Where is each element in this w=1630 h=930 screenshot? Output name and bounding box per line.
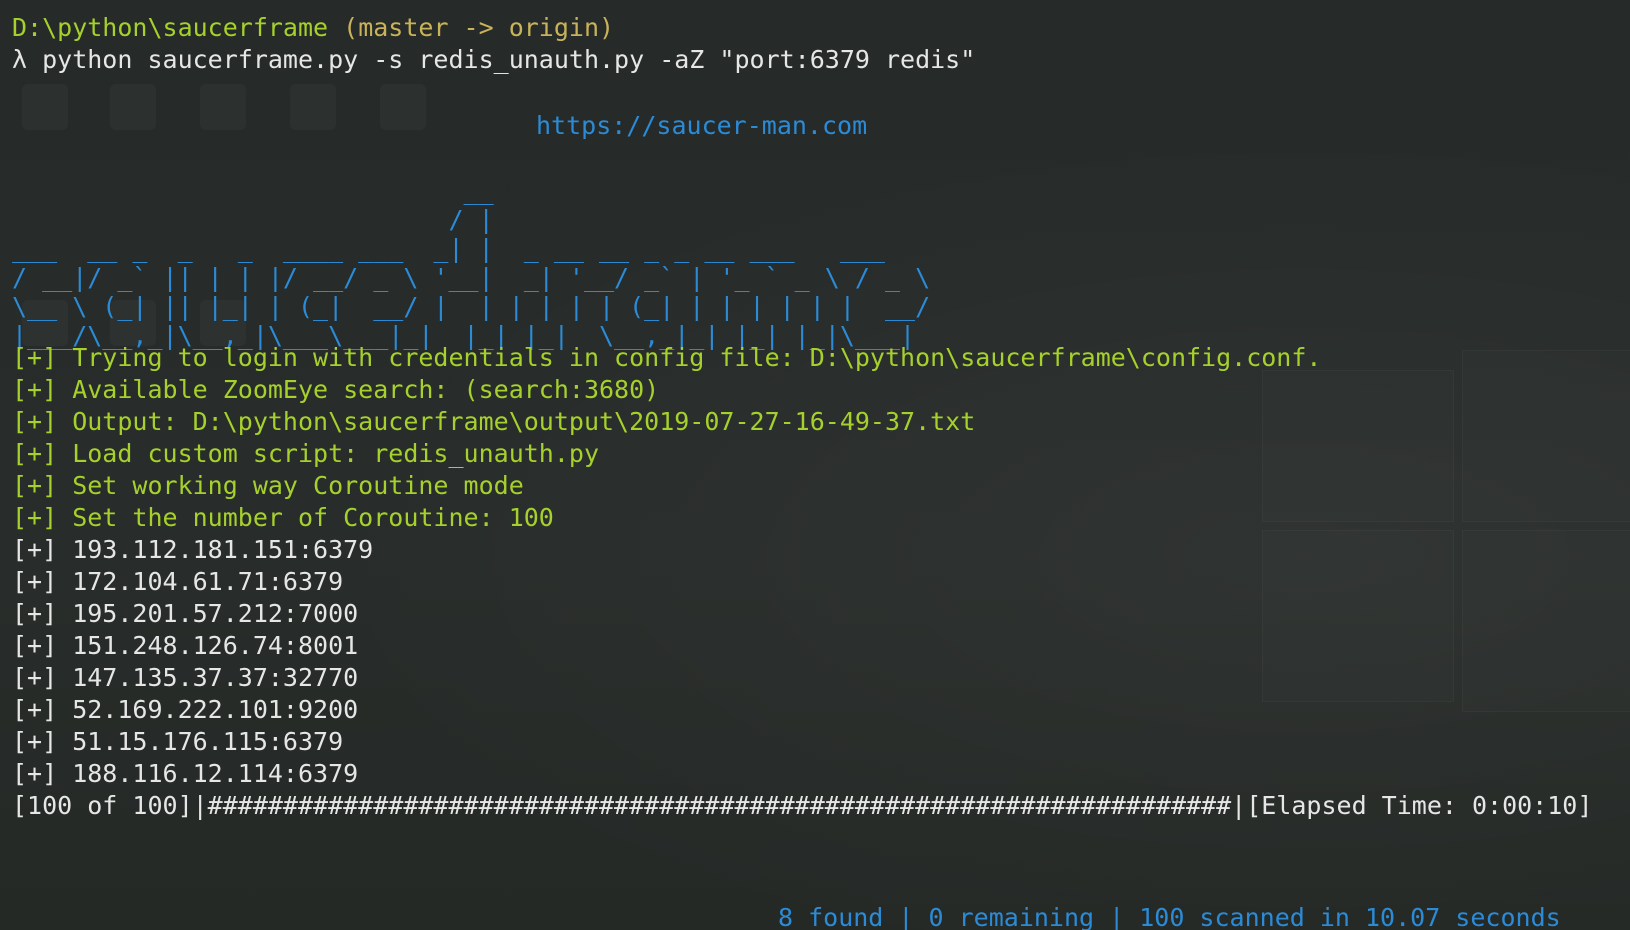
progress-bar: [100 of 100]|###########################… (12, 791, 1593, 820)
log-line: [+] Set the number of Coroutine: 100 (12, 503, 554, 532)
log-line: [+] Set working way Coroutine mode (12, 471, 524, 500)
scan-summary: 8 found | 0 remaining | 100 scanned in 1… (778, 903, 1561, 930)
prompt-line: D:\python\saucerframe (master -> origin) (12, 12, 614, 44)
log-line: [+] Available ZoomEye search: (search:36… (12, 375, 660, 404)
result-line: [+] 188.116.12.114:6379 (12, 759, 359, 788)
log-line: [+] Output: D:\python\saucerframe\output… (12, 407, 976, 436)
desktop-ghost-icon (110, 84, 156, 130)
wallpaper-window-pane (1262, 370, 1454, 522)
wallpaper-window-pane (1462, 530, 1630, 712)
result-line: [+] 51.15.176.115:6379 (12, 727, 344, 756)
log-line: [+] Load custom script: redis_unauth.py (12, 439, 599, 468)
desktop-ghost-icon (22, 84, 68, 130)
desktop-ghost-icon (380, 84, 426, 130)
ascii-banner: __ / | ___ __ _ _ _ ____ ___ _| | _ __ _… (12, 176, 931, 350)
log-line: [+] Trying to login with credentials in … (12, 343, 1322, 372)
banner-url[interactable]: https://saucer-man.com (536, 110, 867, 142)
result-line: [+] 195.201.57.212:7000 (12, 599, 359, 628)
prompt-path: D:\python\saucerframe (12, 13, 329, 42)
result-line: [+] 193.112.181.151:6379 (12, 535, 374, 564)
result-line: [+] 172.104.61.71:6379 (12, 567, 344, 596)
result-line: [+] 151.248.126.74:8001 (12, 631, 359, 660)
result-line: [+] 52.169.222.101:9200 (12, 695, 359, 724)
desktop-ghost-icon (200, 84, 246, 130)
wallpaper-window-pane (1262, 530, 1454, 702)
wallpaper-window-pane (1462, 350, 1630, 522)
prompt-branch: (master -> origin) (343, 13, 615, 42)
command-line: λ python saucerframe.py -s redis_unauth.… (12, 45, 976, 74)
desktop-ghost-icon (290, 84, 336, 130)
result-line: [+] 147.135.37.37:32770 (12, 663, 359, 692)
